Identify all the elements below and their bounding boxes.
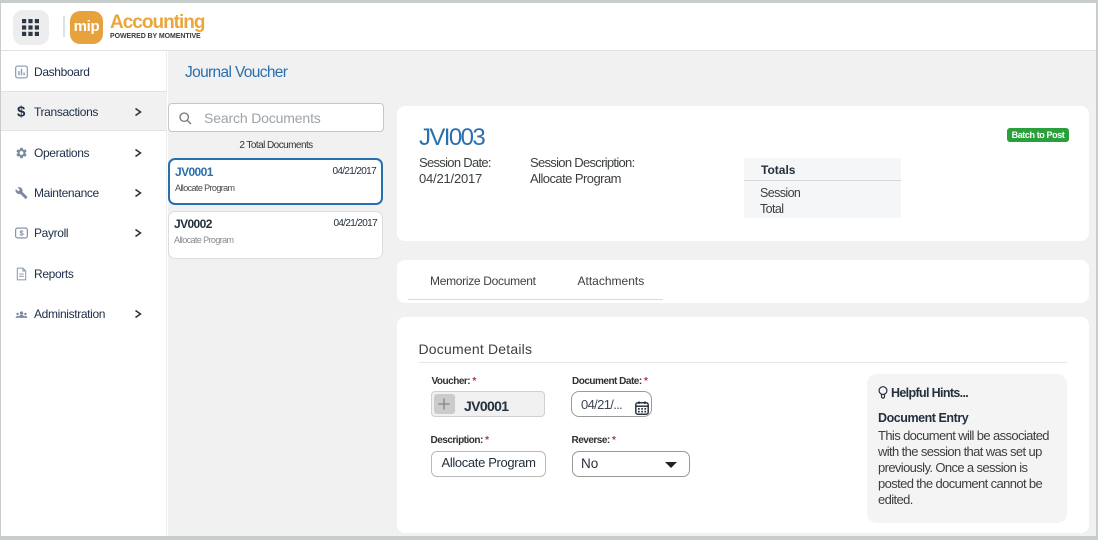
svg-text:$: $ — [19, 229, 24, 238]
